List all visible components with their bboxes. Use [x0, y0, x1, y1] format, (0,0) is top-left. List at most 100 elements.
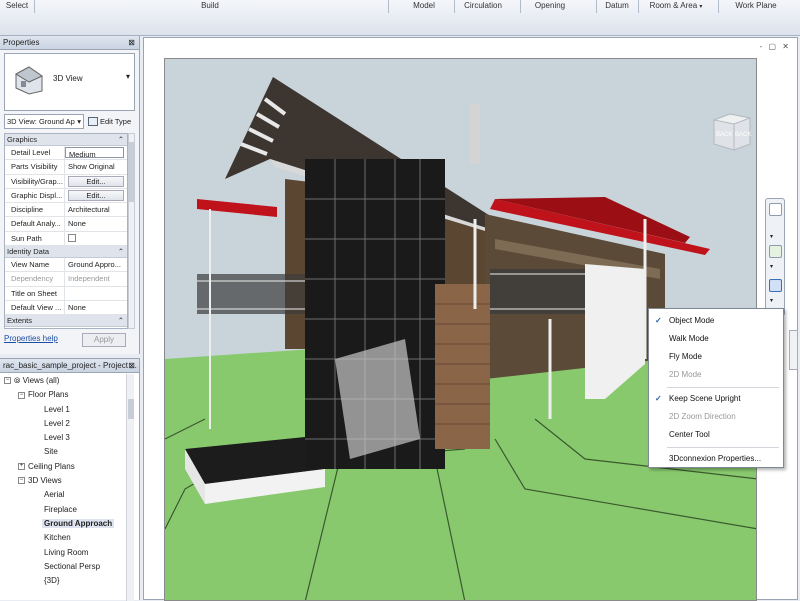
tree-node-3d[interactable]: {3D}	[0, 574, 128, 588]
tree-node-views-all[interactable]: − ⦾ Views (all)	[0, 374, 128, 388]
property-row[interactable]: Parts Visibility Show Original	[5, 160, 127, 175]
tree-node-site[interactable]: Site	[0, 445, 128, 459]
property-name: Title on Sheet	[5, 286, 65, 300]
chevron-down-icon[interactable]: ▾	[770, 297, 773, 304]
tree-node-level-3[interactable]: Level 3	[0, 431, 128, 445]
viewcube-widget[interactable]: BACK BACK	[708, 108, 756, 156]
menu-item-object-mode[interactable]: ✓ Object Mode	[649, 312, 783, 330]
group-graphics-label: Graphics	[7, 135, 38, 144]
property-row[interactable]: Default View ... None	[5, 300, 127, 316]
collapse-icon[interactable]: −	[4, 377, 11, 385]
tree-node-label: Kitchen	[44, 533, 71, 543]
property-row[interactable]: Visibility/Grap... Edit...	[5, 174, 127, 189]
edit-graphic-display-button[interactable]: Edit...	[68, 189, 124, 202]
edit-type-label: Edit Type	[100, 117, 132, 126]
menu-item-3dconnexion-properties[interactable]: 3Dconnexion Properties...	[649, 450, 783, 468]
properties-scrollbar[interactable]	[128, 133, 135, 329]
ribbon-tab-room-area[interactable]: Room & Area ▾	[644, 0, 708, 11]
zoom-icon[interactable]	[769, 245, 782, 258]
tree-node-level-1[interactable]: Level 1	[0, 403, 128, 417]
group-identity-data[interactable]: Identity Data ⌃	[5, 246, 127, 259]
property-row[interactable]: Title on Sheet	[5, 286, 127, 301]
group-extents[interactable]: Extents ⌃	[5, 315, 127, 328]
property-row[interactable]: View Name Ground Appro...	[5, 258, 127, 273]
tree-node-aerial[interactable]: Aerial	[0, 488, 128, 502]
tree-node-sectional-persp[interactable]: Sectional Persp	[0, 560, 128, 574]
tree-node-ceiling-plans[interactable]: + Ceiling Plans	[0, 460, 128, 474]
ribbon-tab-circulation[interactable]: Circulation	[458, 0, 508, 11]
sun-path-checkbox[interactable]	[68, 233, 76, 242]
tree-node-label: Aerial	[44, 490, 65, 500]
collapse-icon: ⌃	[117, 135, 124, 144]
tree-node-floor-plans[interactable]: − Floor Plans	[0, 388, 128, 402]
property-name: Visibility/Grap...	[5, 174, 65, 188]
property-value[interactable]: Architectural	[65, 203, 127, 216]
viewcube-face-left[interactable]: BACK	[716, 132, 732, 138]
ribbon-tab-select[interactable]: Select	[2, 0, 32, 11]
edit-type-button[interactable]: Edit Type	[88, 114, 131, 129]
properties-help-link[interactable]: Properties help	[4, 334, 58, 343]
tree-node-kitchen[interactable]: Kitchen	[0, 531, 128, 545]
property-row[interactable]: Default Analy... None	[5, 217, 127, 232]
edit-type-icon	[88, 117, 98, 126]
collapse-icon[interactable]: −	[18, 477, 25, 485]
tree-node-label: Floor Plans	[28, 390, 69, 400]
property-value[interactable]: Ground Appro...	[65, 258, 127, 271]
ribbon-tab-work-plane[interactable]: Work Plane	[728, 0, 784, 11]
collapse-icon[interactable]: −	[18, 391, 25, 399]
tree-node-3d-views[interactable]: −3D Views	[0, 474, 128, 488]
edit-visibility-button[interactable]: Edit...	[68, 175, 124, 187]
window-controls[interactable]: - ▢ ✕	[760, 42, 791, 51]
chevron-down-icon: ▾	[77, 117, 81, 126]
viewcube-face-back[interactable]: BACK	[735, 132, 751, 138]
close-icon[interactable]: ⊠	[128, 359, 135, 373]
property-value[interactable]: Medium	[65, 147, 124, 159]
menu-item-label: Fly Mode	[669, 352, 702, 361]
property-row[interactable]: Sun Path	[5, 231, 127, 247]
scrollbar-thumb[interactable]	[129, 142, 134, 202]
ribbon-tab-model[interactable]: Model	[404, 0, 444, 11]
close-icon[interactable]: ⊠	[128, 36, 135, 50]
chevron-down-icon[interactable]: ▾	[770, 263, 773, 270]
3d-view-house-icon	[14, 66, 44, 95]
property-value[interactable]: None	[65, 301, 127, 314]
property-value[interactable]: None	[65, 217, 127, 230]
group-graphics[interactable]: Graphics ⌃	[5, 134, 127, 146]
scrollbar-thumb[interactable]	[128, 399, 134, 419]
menu-item-walk-mode[interactable]: Walk Mode	[649, 330, 783, 348]
properties-palette: Properties ⊠ 3D View ▾ 3D View: Ground A…	[0, 36, 140, 354]
property-value[interactable]	[65, 287, 127, 300]
property-name: View Name	[5, 258, 65, 272]
property-row[interactable]: Detail Level Medium	[5, 146, 127, 161]
tree-node-label: Level 3	[44, 433, 70, 443]
tree-node-label: Views (all)	[22, 376, 60, 385]
menu-item-fly-mode[interactable]: Fly Mode	[649, 348, 783, 366]
collapse-icon: ⌃	[117, 247, 124, 257]
tree-node-label: Level 2	[44, 418, 70, 428]
tree-node-living-room[interactable]: Living Room	[0, 546, 128, 560]
3dconnexion-icon[interactable]	[769, 279, 782, 292]
property-value[interactable]: Show Original	[65, 160, 127, 173]
property-name: Graphic Displ...	[5, 188, 65, 203]
menu-item-keep-scene-upright[interactable]: ✓ Keep Scene Upright	[649, 390, 783, 408]
expand-icon[interactable]: +	[18, 463, 25, 471]
tree-node-level-2[interactable]: Level 2	[0, 417, 128, 431]
tree-node-fireplace[interactable]: Fireplace	[0, 503, 128, 517]
chevron-down-icon[interactable]: ▾	[770, 233, 773, 240]
steeringwheel-icon[interactable]	[769, 203, 782, 216]
browser-scrollbar[interactable]	[126, 374, 134, 601]
ribbon-tab-opening[interactable]: Opening	[528, 0, 572, 11]
property-row[interactable]: Graphic Displ... Edit...	[5, 188, 127, 204]
ribbon-tab-build[interactable]: Build	[180, 0, 240, 11]
instance-selector[interactable]: 3D View: Ground Ap ▾	[4, 114, 84, 129]
menu-item-center-tool[interactable]: Center Tool	[649, 426, 783, 444]
tree-node-ground-approach[interactable]: Ground Approach	[0, 517, 128, 531]
ribbon-tab-datum[interactable]: Datum	[600, 0, 634, 11]
menu-item-label: 2D Mode	[669, 370, 702, 379]
property-row[interactable]: Discipline Architectural	[5, 203, 127, 218]
view-scrollbar[interactable]	[789, 330, 798, 370]
type-selector[interactable]: 3D View ▾	[4, 53, 135, 111]
tree-node-label: 3D Views	[28, 476, 62, 486]
tree-node-label: Site	[44, 447, 58, 457]
apply-button[interactable]: Apply	[82, 333, 126, 347]
